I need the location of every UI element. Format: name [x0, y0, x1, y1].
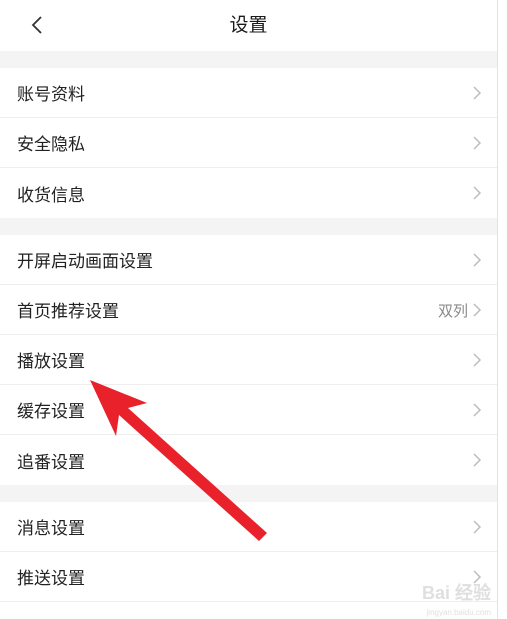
settings-item-value: 双列	[437, 301, 468, 320]
settings-item-bangumi[interactable]: 追番设置	[0, 435, 497, 485]
settings-item-label: 开屏启动画面设置	[17, 252, 153, 272]
settings-item-splash[interactable]: 开屏启动画面设置	[0, 235, 497, 285]
settings-item-label: 首页推荐设置	[17, 302, 119, 322]
chevron-right-icon	[473, 303, 482, 317]
settings-item-label: 消息设置	[17, 519, 85, 539]
chevron-right-icon	[473, 186, 482, 200]
settings-page: 设置 账号资料 安全隐私 收货信息 开屏启动画面设置 首页推荐设置 双列 播放设…	[0, 0, 498, 619]
chevron-right-icon	[473, 136, 482, 150]
section-divider	[0, 218, 497, 235]
section-divider	[0, 485, 497, 502]
settings-item-label: 缓存设置	[17, 402, 85, 422]
settings-item-account[interactable]: 账号资料	[0, 68, 497, 118]
chevron-right-icon	[473, 353, 482, 367]
settings-item-label: 推送设置	[17, 569, 85, 589]
section-divider	[0, 51, 497, 68]
settings-item-security[interactable]: 安全隐私	[0, 118, 497, 168]
settings-item-label: 追番设置	[17, 452, 85, 473]
nav-bar: 设置	[0, 0, 497, 51]
settings-item-label: 安全隐私	[17, 135, 85, 155]
chevron-right-icon	[473, 520, 482, 534]
settings-item-label: 播放设置	[17, 352, 85, 372]
settings-item-playback[interactable]: 播放设置	[0, 335, 497, 385]
settings-item-cache[interactable]: 缓存设置	[0, 385, 497, 435]
chevron-right-icon	[473, 403, 482, 417]
chevron-right-icon	[473, 570, 482, 584]
settings-item-message[interactable]: 消息设置	[0, 502, 497, 552]
chevron-right-icon	[473, 253, 482, 267]
settings-item-shipping[interactable]: 收货信息	[0, 168, 497, 218]
page-title: 设置	[229, 14, 268, 36]
chevron-right-icon	[473, 86, 482, 100]
settings-item-label: 账号资料	[17, 85, 85, 105]
chevron-right-icon	[473, 453, 482, 467]
settings-item-home-recommend[interactable]: 首页推荐设置 双列	[0, 285, 497, 335]
settings-item-label: 收货信息	[17, 185, 85, 206]
settings-item-push[interactable]: 推送设置	[0, 552, 497, 602]
